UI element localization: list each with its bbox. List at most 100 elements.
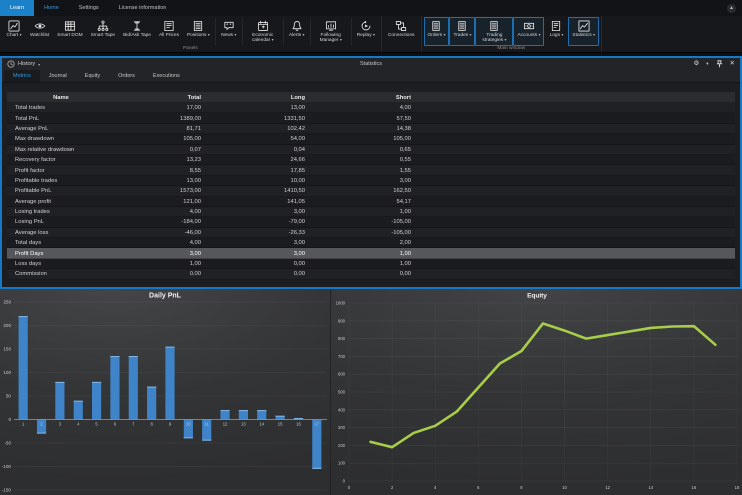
ribbon-button-orders[interactable]: Orders ▾ <box>424 17 450 46</box>
metric-value: 1,00 <box>305 261 411 267</box>
grid-icon <box>64 20 76 32</box>
ribbon-button-label: Smart Tape <box>91 33 115 38</box>
svg-text:5: 5 <box>95 422 98 427</box>
svg-text:12: 12 <box>605 485 610 490</box>
ribbon-button-trading-strategies[interactable]: Trading strategies ▾ <box>475 17 513 46</box>
menu-tab-home[interactable]: Home <box>34 0 69 16</box>
table-row-average-profit[interactable]: Average profit121,00141,0554,17 <box>7 197 735 207</box>
ribbon-button-accounts[interactable]: Accounts ▾ <box>513 17 544 46</box>
svg-text:400: 400 <box>338 407 346 412</box>
svg-text:9: 9 <box>169 422 172 427</box>
column-header-short[interactable]: Short <box>305 95 411 101</box>
metric-value: 0,07 <box>115 147 201 153</box>
table-row-max-relative-drawdown[interactable]: Max relative drawdown0,070,040,65 <box>7 145 735 155</box>
ribbon-button-smart-dom[interactable]: Smart DOM <box>53 17 86 46</box>
ribbon-button-economic-calendar[interactable]: Economic calendar ▾ <box>244 17 282 46</box>
ribbon-button-bid-ask-tape[interactable]: Bid/Ask Tape <box>119 17 155 46</box>
metric-name: Recovery factor <box>7 157 115 163</box>
ribbon-collapse-button[interactable]: ▲ <box>727 4 736 13</box>
metric-value: 4,00 <box>305 105 411 111</box>
metric-value: 54,17 <box>305 199 411 205</box>
table-row-losing-pnl[interactable]: Losing PnL-184,00-79,00-105,00 <box>7 217 735 227</box>
ribbon-button-label: Economic calendar ▾ <box>248 33 278 44</box>
chevron-down-icon: ▾ <box>373 33 375 37</box>
ribbon-button-label: Statistics ▾ <box>572 33 594 38</box>
tab-journal[interactable]: Journal <box>40 70 76 82</box>
ribbon-button-news[interactable]: News ▾ <box>217 17 241 46</box>
table-row-total-days[interactable]: Total days4,003,002,00 <box>7 238 735 248</box>
ribbon-button-label: Following Manager ▾ <box>316 33 346 44</box>
ribbon-button-statistics[interactable]: Statistics ▾ <box>568 17 598 46</box>
chevron-down-icon: ▾ <box>539 33 541 37</box>
table-row-recovery-factor[interactable]: Recovery factor13,2324,660,55 <box>7 155 735 165</box>
metric-value: 1,00 <box>115 261 201 267</box>
close-icon[interactable]: ✕ <box>730 61 735 68</box>
ribbon-button-label: Chart ▾ <box>7 33 22 38</box>
ribbon-separator <box>215 18 216 45</box>
ribbon-button-chart[interactable]: Chart ▾ <box>2 17 26 46</box>
table-row-losing-trades[interactable]: Losing trades4,003,001,00 <box>7 207 735 217</box>
metric-value: 3,00 <box>201 209 305 215</box>
pin-icon[interactable] <box>716 55 723 73</box>
table-row-profitable-pnl[interactable]: Profitable PnL1573,001410,50162,50 <box>7 186 735 196</box>
ribbon-button-logs[interactable]: Logs ▾ <box>544 17 568 46</box>
svg-text:6: 6 <box>114 422 117 427</box>
column-header-name[interactable]: Name <box>7 95 115 101</box>
ribbon-button-trades[interactable]: Trades ▾ <box>449 17 475 46</box>
ribbon-button-label: Replay ▾ <box>357 33 375 38</box>
menu-tab-learn[interactable]: Learn <box>0 0 34 16</box>
chevron-down-icon: ▾ <box>593 33 595 37</box>
ribbon-button-alerts[interactable]: Alerts ▾ <box>285 17 309 46</box>
svg-text:7: 7 <box>132 422 135 427</box>
ribbon-button-watchlist[interactable]: Watchlist <box>26 17 53 46</box>
gear-icon[interactable]: ⚙ <box>693 61 699 68</box>
column-header-long[interactable]: Long <box>201 95 305 101</box>
table-row-profitable-trades[interactable]: Profitable trades13,0010,003,00 <box>7 176 735 186</box>
metric-value: 0,00 <box>115 271 201 277</box>
ribbon-button-replay[interactable]: Replay ▾ <box>353 17 379 46</box>
panel-title-caret-icon[interactable]: ▾ <box>38 62 40 67</box>
chevron-down-icon[interactable]: ▾ <box>706 62 708 67</box>
svg-text:0: 0 <box>8 417 11 422</box>
ribbon-button-all-prices[interactable]: All Prices <box>155 17 183 46</box>
ribbon-group-label: Panels <box>2 46 379 53</box>
metric-name: Total PnL <box>7 116 115 122</box>
ribbon-group-label: Main window <box>424 46 599 53</box>
table-row-total-trades[interactable]: Total trades17,0013,004,00 <box>7 103 735 113</box>
tab-orders[interactable]: Orders <box>109 70 144 82</box>
ribbon-button-positions[interactable]: Positions ▾ <box>183 17 214 46</box>
table-row-average-loss[interactable]: Average loss-46,00-26,33-105,00 <box>7 228 735 238</box>
svg-text:18: 18 <box>735 485 740 490</box>
table-row-max-drawdown[interactable]: Max drawdown105,0054,00105,00 <box>7 134 735 144</box>
equity-chart: 0246810121416181000900800700600500400300… <box>330 289 742 495</box>
metric-value: 1,00 <box>305 209 411 215</box>
monitor-chart-icon <box>325 20 337 32</box>
ribbon-button-connections[interactable]: Connections <box>384 17 419 40</box>
tab-metrics[interactable]: Metrics <box>4 70 40 82</box>
metric-value: 4,00 <box>115 240 201 246</box>
svg-text:6: 6 <box>477 485 480 490</box>
panel-titlebar[interactable]: History ▾ Statistics ⚙▾✕ <box>2 58 740 70</box>
column-header-total[interactable]: Total <box>115 95 201 101</box>
metric-value: 105,00 <box>305 136 411 142</box>
ribbon-separator <box>310 18 311 45</box>
table-row-total-pnl[interactable]: Total PnL1389,001331,5057,50 <box>7 113 735 123</box>
metric-value: 3,00 <box>201 251 305 257</box>
metric-value: 2,00 <box>305 240 411 246</box>
ribbon: Chart ▾ WatchlistSmart DOM Smart Tape Bid/A… <box>0 16 742 53</box>
table-row-loss-days[interactable]: Loss days1,000,001,00 <box>7 259 735 269</box>
tab-executions[interactable]: Executions <box>144 70 189 82</box>
tab-equity[interactable]: Equity <box>76 70 109 82</box>
table-header-row: NameTotalLongShort <box>7 92 735 103</box>
svg-text:10: 10 <box>186 422 191 427</box>
ribbon-button-smart-tape[interactable]: Smart Tape <box>87 17 119 46</box>
table-row-average-pnl[interactable]: Average PnL81,71102,4214,38 <box>7 124 735 134</box>
svg-text:15: 15 <box>278 422 283 427</box>
table-row-profit-days[interactable]: Profit Days3,003,001,00 <box>7 248 735 258</box>
table-row-profit-factor[interactable]: Profit factor8,5517,851,55 <box>7 165 735 175</box>
table-row-commission[interactable]: Commission0,000,000,00 <box>7 269 735 279</box>
menu-tab-license-information[interactable]: License information <box>109 0 177 16</box>
menu-tab-settings[interactable]: Settings <box>69 0 109 16</box>
ibeam-icon <box>131 20 143 32</box>
ribbon-button-following-manager[interactable]: Following Manager ▾ <box>312 17 350 46</box>
